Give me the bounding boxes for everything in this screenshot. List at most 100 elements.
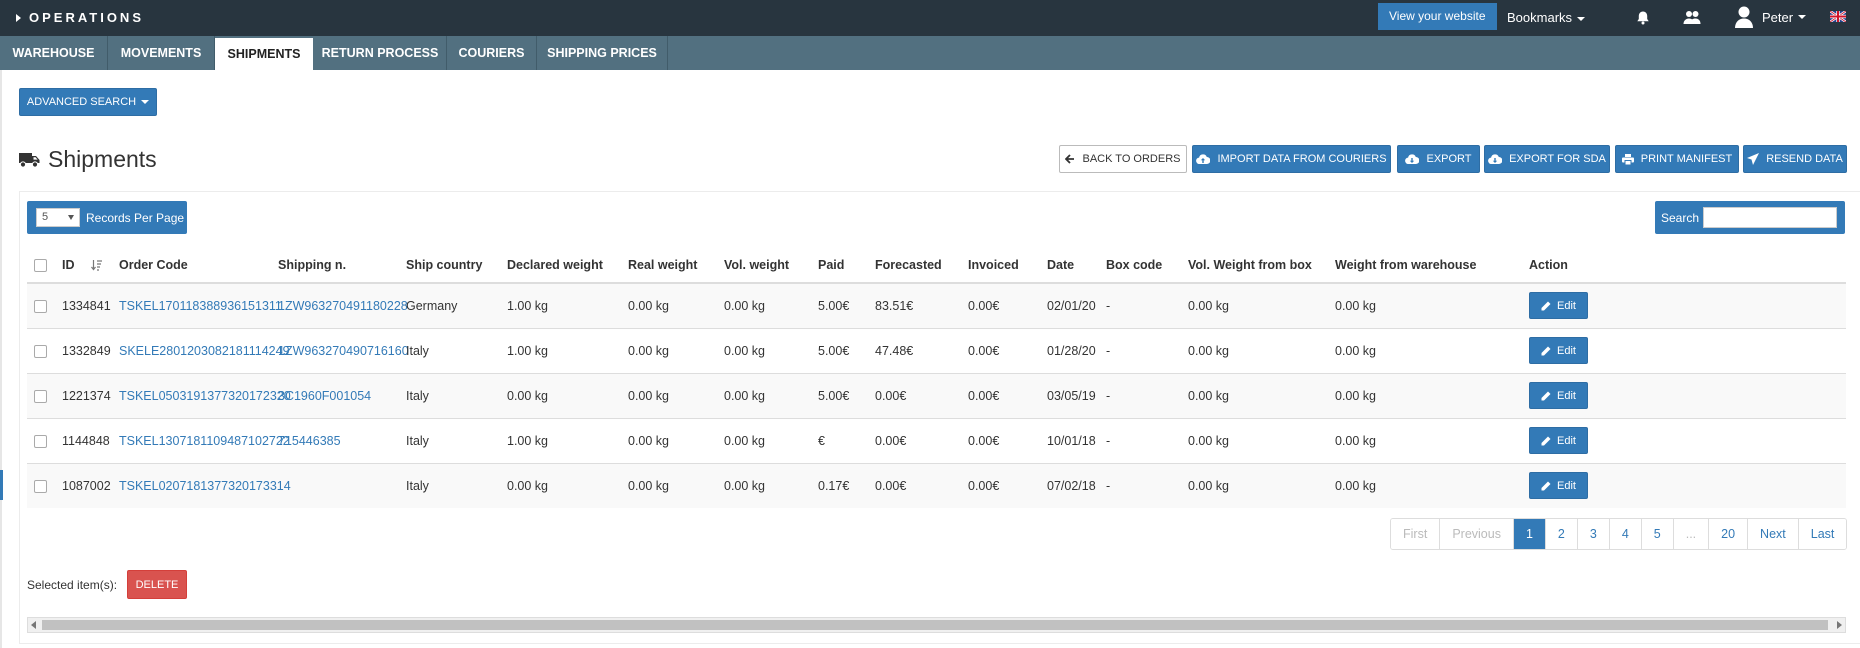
page-20[interactable]: 20 (1708, 519, 1748, 549)
edit-label: Edit (1557, 344, 1576, 357)
page-next[interactable]: Next (1747, 519, 1798, 549)
order-code-link[interactable]: TSKEL170118388936151311 (119, 299, 282, 313)
select-all-checkbox[interactable] (34, 259, 47, 273)
column-header-weight-from-warehouse[interactable]: Weight from warehouse (1335, 248, 1529, 284)
sort-icon[interactable] (90, 260, 102, 271)
page-1[interactable]: 1 (1512, 519, 1545, 549)
column-header-id[interactable]: ID (62, 248, 119, 284)
cell-paid: 5.00€ (818, 327, 875, 373)
uk-flag-icon[interactable] (1830, 11, 1846, 22)
shipping-number-link[interactable]: 3C1960F001054 (278, 389, 371, 403)
page-4[interactable]: 4 (1608, 519, 1641, 549)
tab-couriers[interactable]: COURIERS (447, 36, 537, 70)
print-manifest-button[interactable]: PRINT MANIFEST (1615, 145, 1739, 173)
cell-vol-weight: 0.00 kg (724, 372, 818, 418)
import-data-button[interactable]: IMPORT DATA FROM COURIERS (1192, 145, 1391, 173)
bell-icon[interactable] (1636, 10, 1650, 25)
table-search: Search (1655, 201, 1845, 234)
row-checkbox[interactable] (34, 344, 47, 358)
user-menu[interactable]: Peter (1735, 4, 1807, 30)
back-to-orders-button[interactable]: BACK TO ORDERS (1059, 145, 1187, 173)
column-header-forecasted[interactable]: Forecasted (875, 248, 968, 284)
export-for-sda-button[interactable]: EXPORT FOR SDA (1484, 145, 1610, 173)
cell-paid: 5.00€ (818, 372, 875, 418)
records-per-page-control: 5 Records Per Page (27, 201, 187, 234)
cloud-download-icon (1488, 154, 1503, 164)
cell-id: 1144848 (62, 417, 119, 463)
edit-button[interactable]: Edit (1529, 292, 1588, 320)
column-header-vol-weight[interactable]: Vol. weight (724, 248, 818, 284)
tab-return-process[interactable]: RETURN PROCESS (314, 36, 447, 70)
column-header-shipping-number[interactable]: Shipping n. (278, 248, 406, 284)
tab-warehouse[interactable]: WAREHOUSE (0, 36, 108, 70)
cell-date: 10/01/18 (1047, 417, 1106, 463)
column-header-real-weight[interactable]: Real weight (628, 248, 724, 284)
page-title: Shipments (19, 146, 157, 173)
edit-label: Edit (1557, 479, 1576, 492)
page-2[interactable]: 2 (1544, 519, 1577, 549)
search-input[interactable] (1703, 207, 1838, 228)
delete-button[interactable]: DELETE (127, 570, 187, 599)
scroll-right-arrow-icon[interactable] (1837, 621, 1842, 629)
cell-declared-weight: 1.00 kg (507, 282, 628, 328)
row-checkbox[interactable] (34, 479, 47, 493)
cell-invoiced: 0.00€ (968, 417, 1047, 463)
column-header-ship-country[interactable]: Ship country (406, 248, 507, 284)
page-first[interactable]: First (1391, 519, 1440, 549)
tab-shipping-prices[interactable]: SHIPPING PRICES (537, 36, 668, 70)
horizontal-scrollbar[interactable] (27, 617, 1846, 633)
row-checkbox[interactable] (34, 434, 47, 448)
users-icon[interactable] (1683, 10, 1701, 25)
cell-declared-weight: 0.00 kg (507, 462, 628, 508)
shipping-number-link[interactable]: 1ZW963270491180228 (278, 299, 408, 313)
page-last[interactable]: Last (1797, 519, 1847, 549)
cell-declared-weight: 0.00 kg (507, 372, 628, 418)
shipping-number-link[interactable]: 715446385 (278, 434, 341, 448)
row-checkbox[interactable] (34, 299, 47, 313)
column-header-paid[interactable]: Paid (818, 248, 875, 284)
row-checkbox[interactable] (34, 389, 47, 403)
column-header-order-code[interactable]: Order Code (119, 248, 278, 284)
page-previous[interactable]: Previous (1439, 519, 1513, 549)
records-per-page-value: 5 (42, 211, 49, 223)
column-header-box-code[interactable]: Box code (1106, 248, 1188, 284)
order-code-link[interactable]: TSKEL1307181109487102722 (119, 434, 290, 448)
export-label: EXPORT (1426, 153, 1472, 165)
scroll-left-arrow-icon[interactable] (31, 621, 36, 629)
cell-forecasted: 47.48€ (875, 327, 968, 373)
cell-vol-weight-from-box: 0.00 kg (1188, 282, 1335, 328)
column-header-declared-weight[interactable]: Declared weight (507, 248, 628, 284)
column-header-date[interactable]: Date (1047, 248, 1106, 284)
cell-shipping-number (278, 462, 406, 508)
cell-real-weight: 0.00 kg (628, 372, 724, 418)
order-code-link[interactable]: SKELE2801203082181114249 (119, 344, 290, 358)
edit-button[interactable]: Edit (1529, 382, 1588, 409)
cell-forecasted: 0.00€ (875, 372, 968, 418)
tab-movements[interactable]: MOVEMENTS (108, 36, 215, 70)
cell-paid: 0.17€ (818, 462, 875, 508)
edit-button[interactable]: Edit (1529, 337, 1588, 364)
view-website-button[interactable]: View your website (1378, 3, 1497, 30)
export-button[interactable]: EXPORT (1397, 145, 1480, 173)
shipping-number-link[interactable]: 1ZW963270490716160 (278, 344, 409, 358)
shipments-table: ID Order Code Shipping n. Ship country D… (27, 248, 1846, 508)
edit-button[interactable]: Edit (1529, 472, 1588, 500)
order-code-link[interactable]: TSKEL0207181377320173314 (119, 479, 291, 493)
page-3[interactable]: 3 (1576, 519, 1609, 549)
left-sidebar-edge (0, 70, 2, 648)
column-header-vol-weight-from-box[interactable]: Vol. Weight from box (1188, 248, 1335, 284)
column-header-invoiced[interactable]: Invoiced (968, 248, 1047, 284)
page-5[interactable]: 5 (1640, 519, 1673, 549)
resend-data-button[interactable]: RESEND DATA (1743, 145, 1847, 173)
records-per-page-select[interactable]: 5 (36, 208, 80, 227)
tab-shipments[interactable]: SHIPMENTS (215, 38, 313, 70)
scrollbar-thumb[interactable] (42, 620, 1828, 630)
records-per-page-label: Records Per Page (86, 210, 185, 225)
cell-invoiced: 0.00€ (968, 282, 1047, 328)
order-code-link[interactable]: TSKEL0503191377320172320 (119, 389, 291, 403)
advanced-search-button[interactable]: ADVANCED SEARCH (19, 88, 157, 116)
cell-date: 03/05/19 (1047, 372, 1106, 418)
bookmarks-dropdown[interactable]: Bookmarks (1507, 10, 1586, 25)
edit-button[interactable]: Edit (1529, 427, 1588, 454)
brand-menu[interactable]: OPERATIONS (16, 10, 144, 25)
